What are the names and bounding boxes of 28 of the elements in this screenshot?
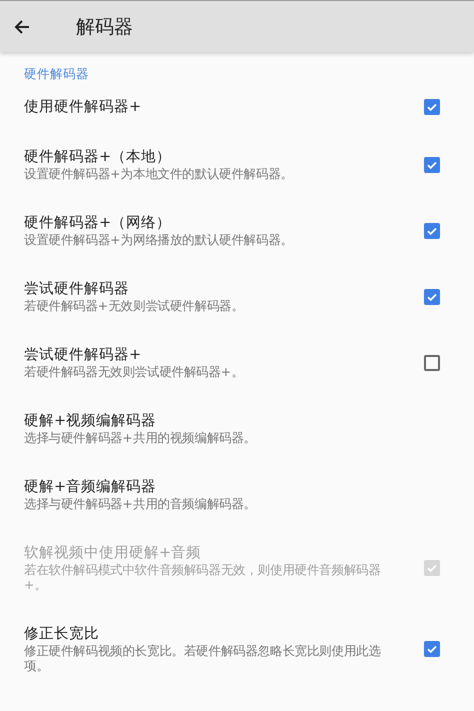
check-icon bbox=[426, 562, 438, 574]
setting-description: 设置硬件解码器+为网络播放的默认硬件解码器。 bbox=[24, 233, 294, 248]
setting-title: 尝试硬件解码器+ bbox=[24, 346, 142, 365]
checkbox[interactable] bbox=[424, 222, 440, 238]
setting-description: 修正硬件解码视频的长宽比。若硬件解码器忽略长宽比则使用此选项。 bbox=[24, 644, 382, 674]
setting-title: 尝试硬件解码器 bbox=[24, 280, 130, 299]
check-icon bbox=[426, 101, 438, 113]
screen-title: 解码器 bbox=[76, 14, 133, 40]
setting-title: 软解视频中使用硬解+音频 bbox=[24, 544, 202, 563]
setting-title: 硬解+视频编解码器 bbox=[24, 412, 158, 431]
setting-title: 使用硬件解码器+ bbox=[24, 98, 142, 117]
section-header: 硬件解码器 bbox=[24, 66, 90, 82]
setting-title: 修正长宽比 bbox=[24, 624, 100, 644]
checkbox[interactable] bbox=[424, 288, 440, 304]
setting-description: 若硬件解码器无效则尝试硬件解码器+。 bbox=[24, 365, 245, 380]
setting-description: 设置硬件解码器+为本地文件的默认硬件解码器。 bbox=[24, 167, 294, 182]
checkbox[interactable] bbox=[424, 354, 440, 370]
checkbox[interactable] bbox=[424, 641, 440, 657]
setting-description: 选择与硬件解码器+共用的视频编解码器。 bbox=[24, 431, 258, 446]
setting-description: 选择与硬件解码器+共用的音频编解码器。 bbox=[24, 497, 258, 512]
setting-description: 若硬件解码器+无效则尝试硬件解码器。 bbox=[24, 299, 245, 314]
checkbox[interactable] bbox=[424, 99, 440, 115]
setting-description: 若在软件解码模式中软件音频解码器无效，则使用硬件音频解码器+。 bbox=[24, 563, 382, 593]
checkbox[interactable] bbox=[424, 156, 440, 172]
check-icon bbox=[426, 643, 438, 655]
setting-title: 硬件解码器+（本地） bbox=[24, 148, 172, 167]
setting-title: 硬件解码器+（网络） bbox=[24, 214, 172, 233]
setting-title: 硬解+音频编解码器 bbox=[24, 478, 158, 497]
